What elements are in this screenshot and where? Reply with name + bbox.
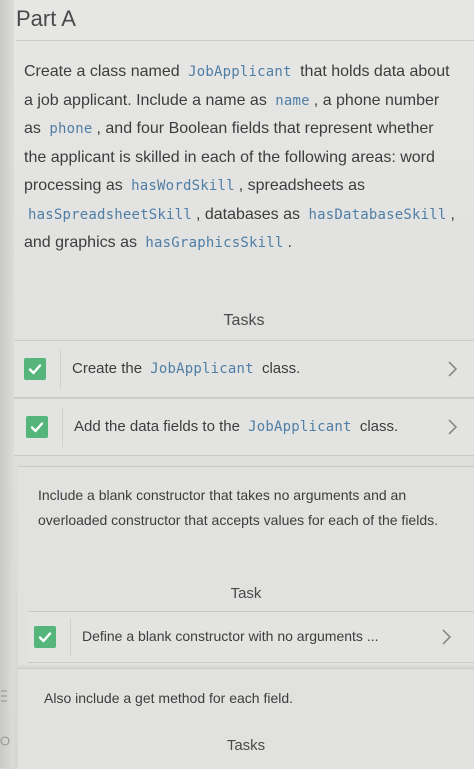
- checkbox-checked-icon[interactable]: [24, 358, 46, 380]
- intro-text: Create a class named: [24, 63, 180, 80]
- task-code: JobApplicant: [150, 361, 254, 377]
- code-phone-field: phone: [49, 121, 93, 137]
- task-label: Create the JobApplicant class.: [72, 360, 300, 377]
- intro-paragraph: Create a class named JobApplicant that h…: [24, 58, 456, 258]
- task-text: Create the: [72, 360, 143, 377]
- checkbox-checked-icon[interactable]: [34, 626, 56, 648]
- intro-text: , spreadsheets as: [238, 177, 366, 194]
- task-text: Add the data fields to the: [74, 418, 240, 435]
- title-divider: [16, 40, 474, 41]
- constructor-instructions: Include a blank constructor that takes n…: [38, 487, 439, 528]
- checkmark-icon: [28, 364, 42, 375]
- side-marker-icon: [1, 690, 7, 702]
- task-label: Add the data fields to the JobApplicant …: [74, 418, 398, 435]
- task-label: Define a blank constructor with no argum…: [82, 628, 379, 644]
- code-word-field: hasWordSkill: [131, 178, 235, 194]
- chevron-right-icon[interactable]: [440, 628, 452, 646]
- intro-text: .: [287, 234, 292, 251]
- task-header: Task: [230, 585, 262, 602]
- code-spreadsheet-field: hasSpreadsheetSkill: [28, 206, 192, 223]
- code-graphics-field: hasGraphicsSkill: [145, 235, 284, 251]
- code-database-field: hasDatabaseSkill: [308, 206, 447, 223]
- chevron-right-icon[interactable]: [446, 418, 458, 436]
- constructor-section: Include a blank constructor that takes n…: [18, 466, 474, 665]
- task-divider: [60, 349, 61, 389]
- intro-text: , databases as: [195, 205, 301, 223]
- chevron-right-icon[interactable]: [446, 360, 458, 378]
- checkmark-icon: [38, 632, 52, 643]
- task-code: JobApplicant: [248, 419, 352, 435]
- left-edge-strip: [0, 0, 14, 768]
- checkbox-checked-icon[interactable]: [26, 416, 48, 438]
- task-divider: [62, 407, 63, 447]
- task-text: class.: [359, 418, 399, 435]
- get-method-section: Also include a get method for each field…: [18, 668, 474, 769]
- tasks-header: Tasks: [223, 312, 265, 329]
- task-item-create-class[interactable]: Create the JobApplicant class.: [14, 340, 474, 398]
- page: Part A Create a class named JobApplicant…: [0, 0, 474, 769]
- part-title: Part A: [16, 6, 76, 31]
- task-item-add-fields[interactable]: Add the data fields to the JobApplicant …: [14, 398, 474, 456]
- help-circle-icon[interactable]: [0, 736, 10, 746]
- task-item-blank-constructor[interactable]: Define a blank constructor with no argum…: [28, 611, 474, 663]
- checkmark-icon: [30, 422, 44, 433]
- tasks-header-2: Tasks: [226, 737, 266, 754]
- code-class-name: JobApplicant: [188, 64, 292, 80]
- code-name-field: name: [275, 92, 310, 109]
- get-method-instructions: Also include a get method for each field…: [44, 690, 294, 706]
- task-divider: [70, 618, 71, 656]
- task-text: class.: [261, 360, 301, 377]
